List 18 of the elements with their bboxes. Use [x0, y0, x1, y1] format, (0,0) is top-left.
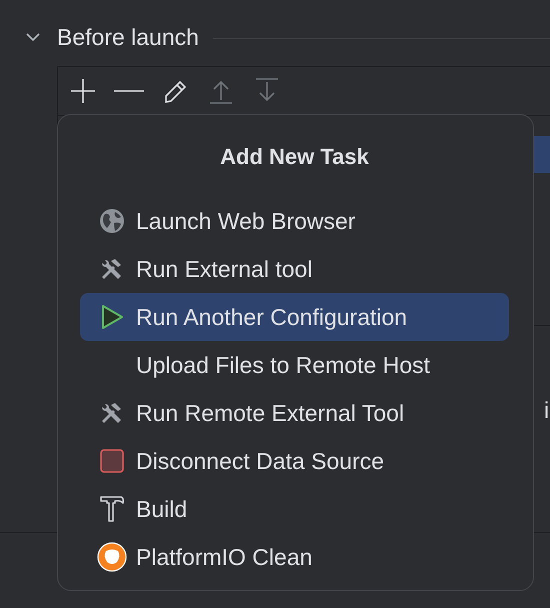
hammer-icon — [99, 495, 125, 523]
menu-item[interactable]: PlatformIO Clean — [80, 533, 509, 581]
popup-title: Add New Task — [219, 143, 370, 171]
minus-icon — [114, 90, 144, 92]
menu-item[interactable]: Disconnect Data Source — [80, 437, 509, 485]
menu-item[interactable]: Build — [80, 485, 509, 533]
menu-item[interactable]: Launch Web Browser — [80, 197, 509, 245]
globe-icon — [99, 208, 125, 234]
menu-item[interactable]: Run Another Configuration — [80, 293, 509, 341]
section-title: Before launch — [57, 24, 199, 50]
menu-item[interactable]: Run Remote External Tool — [80, 389, 509, 437]
plus-icon — [68, 76, 98, 106]
play-icon — [100, 304, 124, 330]
add-button[interactable] — [68, 76, 98, 106]
row-text: i — [544, 397, 550, 424]
stop-icon — [100, 449, 124, 473]
menu-item[interactable]: Run External tool — [80, 245, 509, 293]
menu-item[interactable]: Upload Files to Remote Host — [80, 341, 509, 389]
